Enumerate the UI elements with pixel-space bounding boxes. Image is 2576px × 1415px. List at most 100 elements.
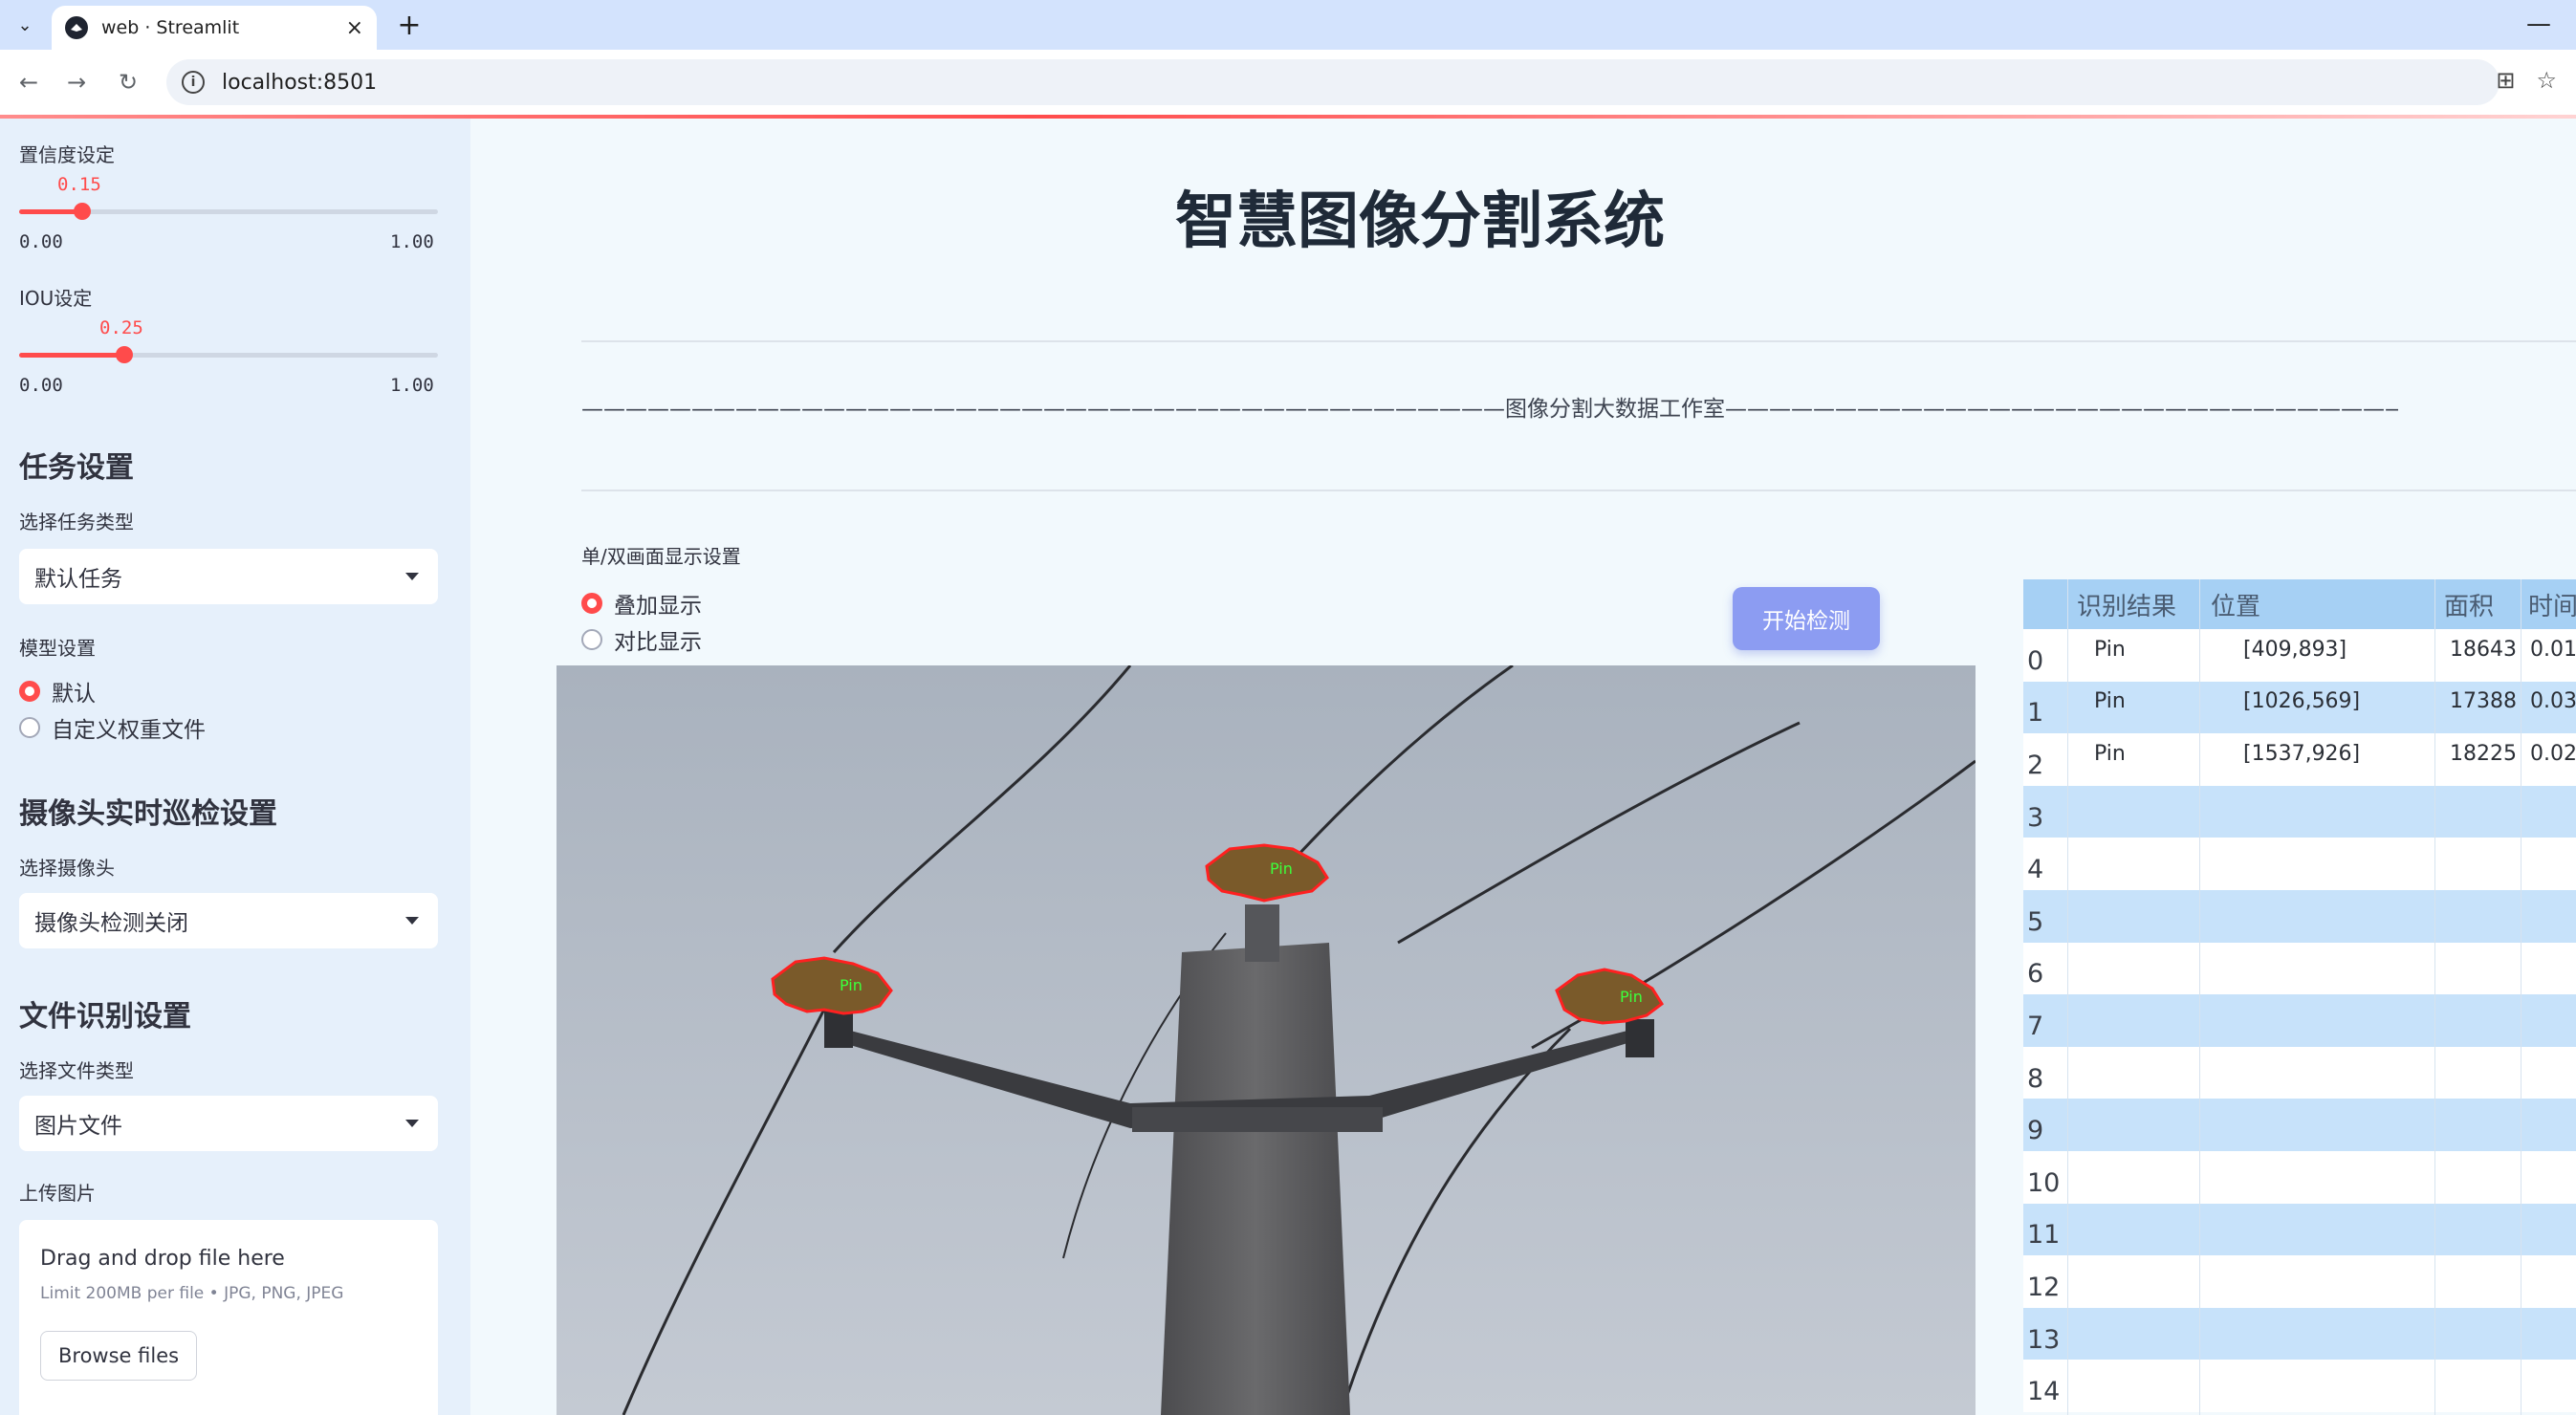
column-divider xyxy=(2067,579,2068,1415)
table-header: 识别结果 位置 面积 时间 xyxy=(2023,579,2576,629)
row-index: 9 xyxy=(2027,1116,2044,1146)
row-index: 5 xyxy=(2027,906,2044,937)
divider-top xyxy=(581,340,2576,342)
table-row[interactable]: 6 xyxy=(2023,942,2576,995)
task-settings-heading: 任务设置 xyxy=(19,451,134,485)
start-detection-button[interactable]: 开始检测 xyxy=(1733,587,1880,650)
radio-selected-icon[interactable] xyxy=(581,593,602,614)
dropzone-limit: Limit 200MB per file • JPG, PNG, JPEG xyxy=(40,1284,344,1303)
cell-position: [1537,926] xyxy=(2243,741,2361,766)
table-row[interactable]: 12 xyxy=(2023,1255,2576,1308)
camera-select-label: 选择摄像头 xyxy=(19,857,115,880)
confidence-slider-fill xyxy=(19,209,82,214)
table-row[interactable]: 3 xyxy=(2023,785,2576,838)
display-option-overlay[interactable]: 叠加显示 xyxy=(581,587,702,620)
radio-unselected-icon[interactable] xyxy=(581,629,602,650)
row-index: 13 xyxy=(2027,1324,2061,1355)
reload-icon[interactable]: ↻ xyxy=(111,65,145,99)
close-tab-icon[interactable]: × xyxy=(346,16,363,40)
new-tab-plus-icon[interactable]: + xyxy=(392,8,426,42)
display-option-compare[interactable]: 对比显示 xyxy=(581,623,702,656)
results-table[interactable]: 识别结果 位置 面积 时间 0 Pin [409,893] 18643 0.01 1 Pin… xyxy=(2023,579,2576,1415)
confidence-value: 0.15 xyxy=(57,174,101,195)
model-settings-label: 模型设置 xyxy=(19,637,96,660)
row-index: 12 xyxy=(2027,1272,2061,1302)
power-pole-scene: Pin Pin Pin xyxy=(557,665,1976,1415)
translate-icon[interactable]: ⊞ xyxy=(2496,67,2515,94)
row-index: 14 xyxy=(2027,1377,2061,1407)
camera-select[interactable]: 摄像头检测关闭 xyxy=(19,893,438,948)
model-option-default-label: 默认 xyxy=(52,682,96,707)
table-row[interactable]: 2 Pin [1537,926] 18225 0.02 xyxy=(2023,733,2576,786)
table-row[interactable]: 11 xyxy=(2023,1203,2576,1256)
iou-value: 0.25 xyxy=(99,317,143,338)
row-index: 0 xyxy=(2027,645,2044,676)
table-row[interactable]: 14 xyxy=(2023,1360,2576,1412)
table-row[interactable]: 9 xyxy=(2023,1099,2576,1151)
forward-arrow-icon[interactable]: → xyxy=(59,65,94,99)
table-row[interactable]: 0 Pin [409,893] 18643 0.01 xyxy=(2023,629,2576,682)
sidebar: 置信度设定 0.15 0.00 1.00 IOU设定 0.25 0.00 1.0… xyxy=(0,119,470,1415)
file-type-value: 图片文件 xyxy=(34,1114,122,1139)
table-row[interactable]: 10 xyxy=(2023,1151,2576,1204)
confidence-slider-thumb[interactable] xyxy=(73,203,91,220)
page-title: 智慧图像分割系统 xyxy=(470,172,2576,260)
table-row[interactable]: 5 xyxy=(2023,890,2576,943)
browser-tab[interactable]: web · Streamlit × xyxy=(52,6,377,50)
table-row[interactable]: 13 xyxy=(2023,1307,2576,1361)
tab-search-chevron-icon[interactable]: ⌄ xyxy=(8,8,42,42)
table-row[interactable]: 1 Pin [1026,569] 17388 0.03 xyxy=(2023,681,2576,734)
column-header-position[interactable]: 位置 xyxy=(2211,579,2260,629)
cell-time: 0.01 xyxy=(2530,637,2576,662)
row-index: 3 xyxy=(2027,802,2044,833)
table-row[interactable]: 7 xyxy=(2023,994,2576,1047)
radio-selected-icon[interactable] xyxy=(19,681,40,702)
row-index: 6 xyxy=(2027,959,2044,990)
url-text: localhost:8501 xyxy=(222,70,378,95)
file-dropzone[interactable]: Drag and drop file here Limit 200MB per … xyxy=(19,1220,438,1415)
upload-image-label: 上传图片 xyxy=(19,1182,96,1205)
studio-banner: ————————————————————————————————————————… xyxy=(581,397,2398,422)
chevron-down-icon xyxy=(405,1120,419,1127)
task-type-label: 选择任务类型 xyxy=(19,511,134,533)
camera-select-value: 摄像头检测关闭 xyxy=(34,911,188,936)
column-header-result[interactable]: 识别结果 xyxy=(2077,579,2176,629)
model-option-default[interactable]: 默认 xyxy=(19,675,96,708)
column-divider xyxy=(2199,579,2200,1415)
chevron-down-icon xyxy=(405,917,419,925)
iou-slider[interactable] xyxy=(19,346,438,363)
model-option-custom[interactable]: 自定义权重文件 xyxy=(19,711,206,744)
tab-title: web · Streamlit xyxy=(101,17,240,38)
column-header-area[interactable]: 面积 xyxy=(2444,579,2494,629)
confidence-max: 1.00 xyxy=(390,231,434,252)
back-arrow-icon[interactable]: ← xyxy=(11,65,46,99)
column-header-time[interactable]: 时间 xyxy=(2528,579,2576,629)
detection-label-0: Pin xyxy=(840,976,862,994)
main-content: 智慧图像分割系统 ———————————————————————————————… xyxy=(470,119,2576,1415)
row-index: 11 xyxy=(2027,1220,2061,1251)
bookmark-star-icon[interactable]: ☆ xyxy=(2536,67,2557,94)
table-row[interactable]: 8 xyxy=(2023,1046,2576,1099)
cell-position: [409,893] xyxy=(2243,637,2347,662)
task-type-select[interactable]: 默认任务 xyxy=(19,549,438,604)
row-index: 4 xyxy=(2027,855,2044,885)
cell-time: 0.03 xyxy=(2530,689,2576,714)
iou-label: IOU设定 xyxy=(19,287,93,310)
page-title-text: 智慧图像分割系统 xyxy=(1175,186,1665,257)
minimize-window-icon[interactable]: — xyxy=(2526,10,2551,38)
row-index: 7 xyxy=(2027,1011,2044,1041)
confidence-slider[interactable] xyxy=(19,203,438,220)
iou-slider-fill xyxy=(19,353,124,358)
url-field[interactable]: i localhost:8501 xyxy=(166,59,2500,105)
table-row[interactable]: 4 xyxy=(2023,838,2576,890)
file-type-select[interactable]: 图片文件 xyxy=(19,1096,438,1151)
browse-files-button[interactable]: Browse files xyxy=(40,1331,198,1381)
row-index: 2 xyxy=(2027,750,2044,780)
chevron-down-icon xyxy=(405,573,419,580)
row-index: 10 xyxy=(2027,1167,2061,1198)
cell-position: [1026,569] xyxy=(2243,689,2361,714)
iou-slider-thumb[interactable] xyxy=(115,346,133,363)
radio-unselected-icon[interactable] xyxy=(19,717,40,738)
detection-label-1: Pin xyxy=(1270,860,1293,878)
site-info-icon[interactable]: i xyxy=(182,71,205,94)
